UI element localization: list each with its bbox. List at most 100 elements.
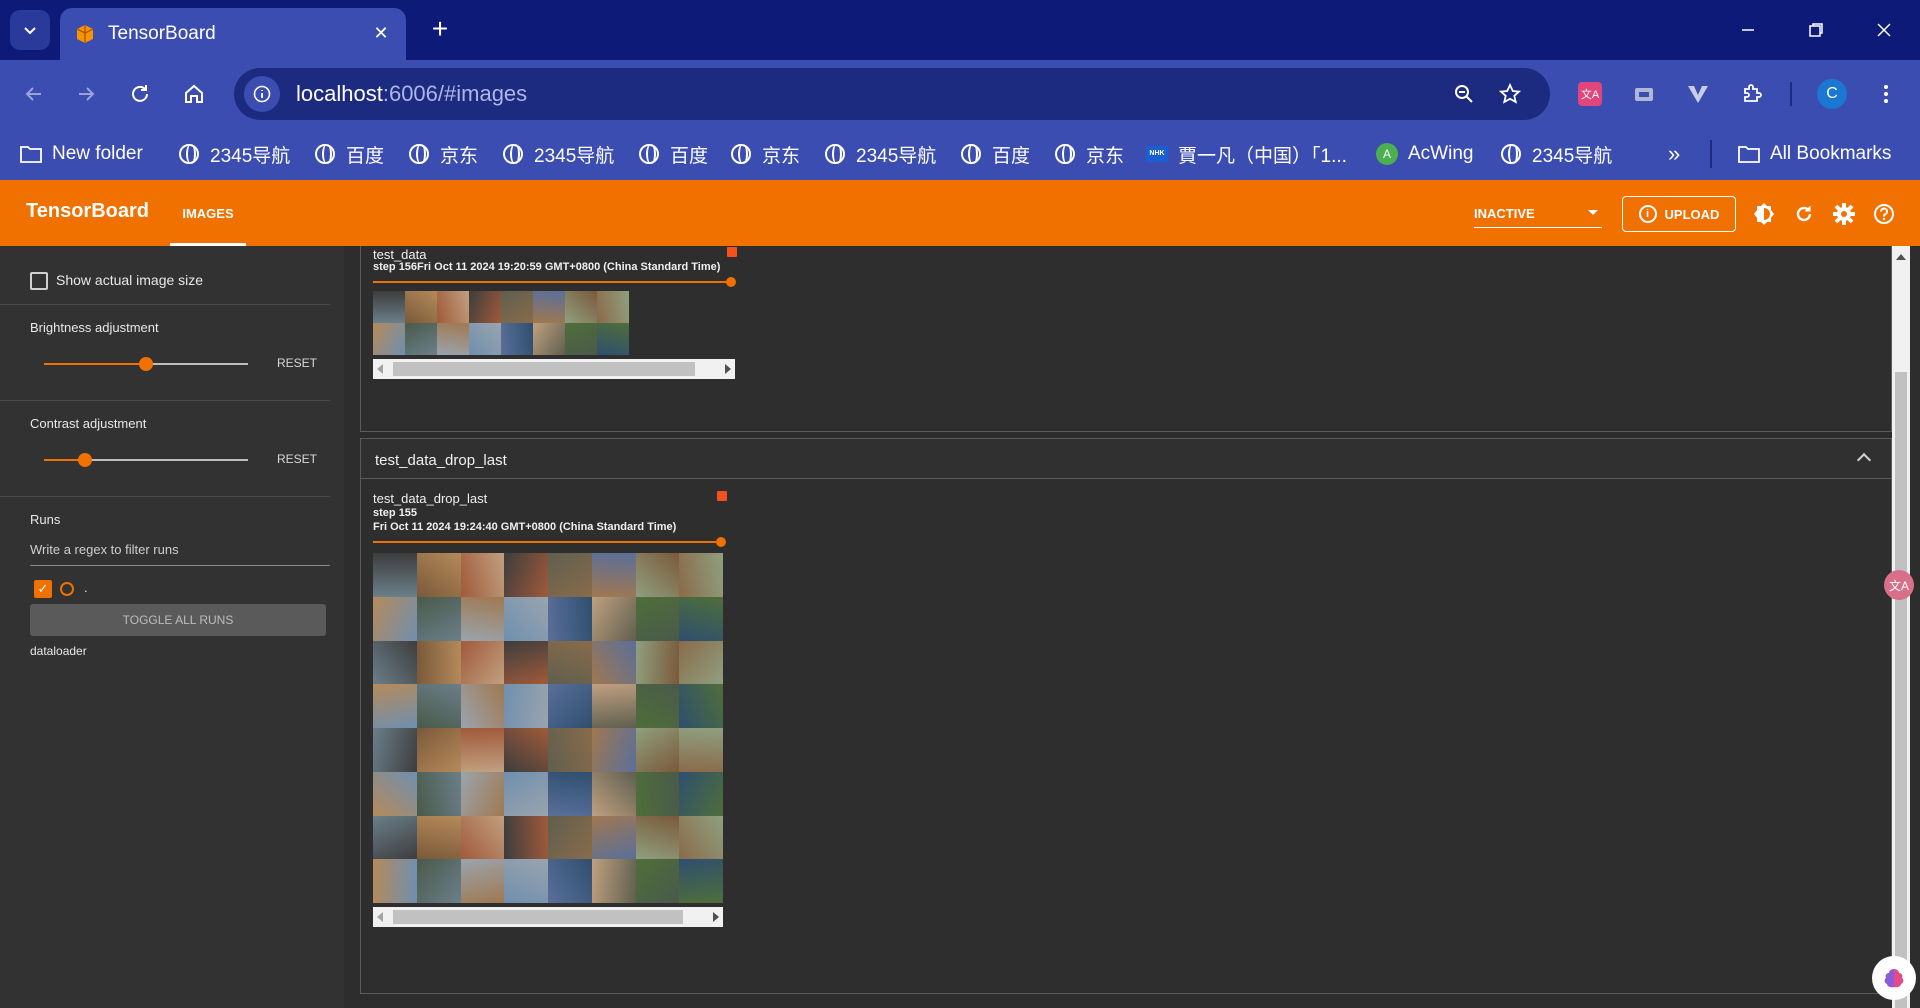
tab-search-button[interactable] [10,10,50,50]
bookmark-star-icon[interactable] [1492,76,1528,112]
bookmark-2345[interactable]: 2345导航 [824,138,936,170]
image-grid[interactable] [373,553,723,903]
chevron-up-icon[interactable] [1856,452,1872,468]
scroll-left-icon[interactable] [377,912,383,922]
scrollbar-thumb[interactable] [393,910,683,924]
brightness-slider-thumb[interactable] [139,357,153,371]
reload-icon[interactable] [120,74,160,114]
restore-icon[interactable] [1796,12,1836,48]
image-thumbnail [460,596,505,641]
more-bookmarks-button[interactable]: » [1668,138,1680,170]
floating-assistant-icon[interactable] [1872,956,1916,1000]
sidebar-divider [0,400,330,401]
forward-arrow-icon[interactable] [66,74,106,114]
tab-title: TensorBoard [108,23,216,44]
brightness-reset-button[interactable]: RESET [277,356,317,370]
step-slider-thumb[interactable] [716,537,726,547]
site-info-icon[interactable] [244,76,280,112]
scroll-right-icon[interactable] [713,912,719,922]
browser-tab-tensorboard[interactable]: TensorBoard ✕ [60,8,406,60]
step-slider[interactable] [373,537,726,547]
contrast-reset-button[interactable]: RESET [277,452,317,466]
tensorboard-logo[interactable]: TensorBoard [26,200,149,223]
translate-extension-icon[interactable]: 文A [1572,74,1608,114]
image-thumbnail [460,640,505,685]
image-horizontal-scrollbar[interactable] [373,359,735,379]
bookmark-label: 2345导航 [534,145,615,167]
upload-button[interactable]: i UPLOAD [1622,196,1736,232]
bookmark-2345[interactable]: 2345导航 [178,138,290,170]
floating-translate-icon[interactable]: 文A [1884,570,1914,600]
scroll-up-icon[interactable] [1896,254,1906,260]
bookmark-label: New folder [52,143,143,164]
bookmark-label: 2345导航 [1532,145,1613,167]
image-thumbnail [548,640,592,685]
image-thumbnail [548,684,592,728]
bookmark-baidu[interactable]: 百度 [638,138,708,170]
show-actual-size-label: Show actual image size [56,272,204,288]
image-thumbnail [460,771,505,816]
bookmark-baidu[interactable]: 百度 [314,138,384,170]
bookmark-jd[interactable]: 京东 [730,138,800,170]
minimize-icon[interactable] [1728,12,1768,48]
all-bookmarks-button[interactable]: All Bookmarks [1738,138,1891,170]
home-icon[interactable] [174,74,214,114]
settings-gear-icon[interactable] [1831,201,1857,227]
zoom-icon[interactable] [1446,76,1482,112]
image-thumbnail [635,640,680,685]
image-thumbnail [416,815,461,860]
bookmark-2345[interactable]: 2345导航 [1500,138,1612,170]
bookmark-jd[interactable]: 京东 [408,138,478,170]
image-horizontal-scrollbar[interactable] [373,907,723,927]
image-thumbnail [373,859,417,903]
close-window-icon[interactable] [1864,12,1904,48]
tag-group-header[interactable]: test_data_drop_last [360,438,1892,482]
bookmark-2345[interactable]: 2345导航 [502,138,614,170]
back-arrow-icon[interactable] [14,74,54,114]
warning-icon[interactable] [727,247,737,257]
step-slider[interactable] [373,277,736,287]
extensions-puzzle-icon[interactable] [1734,74,1770,114]
v-extension-icon[interactable] [1680,74,1716,114]
new-tab-button[interactable]: + [424,14,456,46]
image-grid[interactable] [373,291,629,355]
contrast-slider-thumb[interactable] [77,453,92,467]
address-bar[interactable]: localhost:6006/#images [234,68,1550,120]
profile-avatar[interactable]: C [1814,74,1850,114]
page-vertical-scrollbar[interactable] [1892,246,1910,1008]
step-slider-thumb[interactable] [726,277,736,287]
page-scrollbar-thumb[interactable] [1895,372,1907,1008]
help-icon[interactable] [1871,201,1897,227]
step-value: 155 [398,507,418,519]
scroll-right-icon[interactable] [725,364,731,374]
image-thumbnail [373,815,417,860]
image-thumbnail [565,323,597,355]
run-filter-input[interactable]: Write a regex to filter runs [30,536,330,566]
theme-toggle-icon[interactable] [1751,201,1777,227]
bookmark-jd[interactable]: 京东 [1054,138,1124,170]
brightness-slider[interactable] [44,357,248,371]
close-tab-icon[interactable]: ✕ [370,22,392,44]
image-thumbnail [679,553,723,597]
run-checkbox[interactable]: ✓ [34,580,52,598]
bookmark-baidu[interactable]: 百度 [960,138,1030,170]
browser-menu-icon[interactable] [1868,74,1904,114]
image-card-test-data-drop-last: test_data_drop_last step 155 Fri Oct 11 … [360,478,1892,994]
all-bookmarks-label: All Bookmarks [1770,143,1892,164]
bookmark-nhk[interactable]: NHK 賈一凡（中国）「1... [1146,138,1347,170]
bookmark-new-folder[interactable]: New folder [20,138,143,170]
refresh-icon[interactable] [1791,201,1817,227]
bookmark-acwing[interactable]: A AcWing [1376,138,1473,170]
status-select[interactable]: INACTIVE [1474,200,1602,228]
tv-extension-icon[interactable] [1626,74,1662,114]
contrast-slider[interactable] [44,453,248,467]
scroll-left-icon[interactable] [377,364,383,374]
toggle-all-runs-button[interactable]: TOGGLE ALL RUNS [30,604,326,636]
tag-group-title: test_data_drop_last [375,452,507,469]
scrollbar-thumb[interactable] [393,362,695,376]
url-text[interactable]: localhost:6006/#images [296,81,527,107]
warning-icon[interactable] [717,491,727,501]
show-actual-size-checkbox[interactable] [30,272,48,290]
tab-images[interactable]: IMAGES [170,180,246,246]
sidebar-divider [0,304,330,305]
